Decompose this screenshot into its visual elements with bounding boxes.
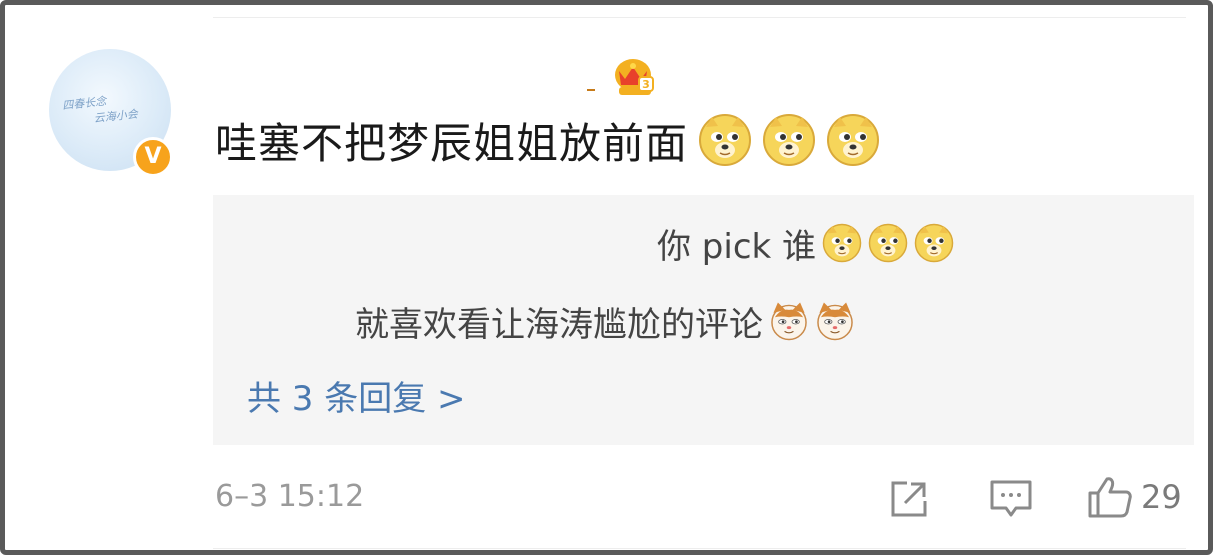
reply-item: 你 pick 谁 <box>657 219 954 267</box>
share-icon[interactable] <box>889 479 929 519</box>
doge-icon <box>827 114 880 166</box>
doge-icon <box>822 223 862 263</box>
avatar-caption: 四春长念 云海小会 <box>62 88 165 130</box>
decoration-mark <box>587 89 595 91</box>
reply-text: 就喜欢看让海涛尴尬的评论 <box>355 304 763 345</box>
cat-icon <box>817 302 853 341</box>
verified-badge-icon: V <box>133 137 173 177</box>
doge-icon <box>763 114 816 166</box>
comment-body: 哇塞不把梦辰姐姐放前面 <box>215 109 880 171</box>
reply-emoji-group <box>816 223 954 263</box>
like-count: 29 <box>1141 478 1182 516</box>
doge-icon <box>868 223 908 263</box>
thumbs-up-icon <box>1088 477 1132 518</box>
reply-item: 就喜欢看让海涛尴尬的评论 <box>355 297 855 345</box>
doge-icon <box>914 223 954 263</box>
comment-timestamp: 6–3 15:12 <box>215 479 365 514</box>
divider-bottom <box>213 548 1186 549</box>
cat-icon <box>771 302 807 341</box>
reply-preview-box[interactable]: 你 pick 谁 就喜欢看让海涛尴尬的评论 共 3 条回复 > <box>213 195 1194 445</box>
view-replies-link[interactable]: 共 3 条回复 > <box>247 371 466 420</box>
comment-icon[interactable] <box>989 479 1033 519</box>
reply-text: 你 pick 谁 <box>657 226 817 267</box>
svg-text:3: 3 <box>642 78 650 91</box>
crown-icon: 3 <box>615 59 654 95</box>
comment-text: 哇塞不把梦辰姐姐放前面 <box>215 118 689 168</box>
reply-emoji-group <box>763 301 855 341</box>
like-button[interactable]: 29 <box>1087 475 1182 519</box>
divider-top <box>213 17 1186 18</box>
comment-card: 四春长念 云海小会 V 3 哇塞不把梦辰姐姐放前面 你 pick 谁 就喜欢看让… <box>0 0 1213 555</box>
doge-icon <box>699 114 752 166</box>
comment-emoji-group <box>688 113 880 167</box>
